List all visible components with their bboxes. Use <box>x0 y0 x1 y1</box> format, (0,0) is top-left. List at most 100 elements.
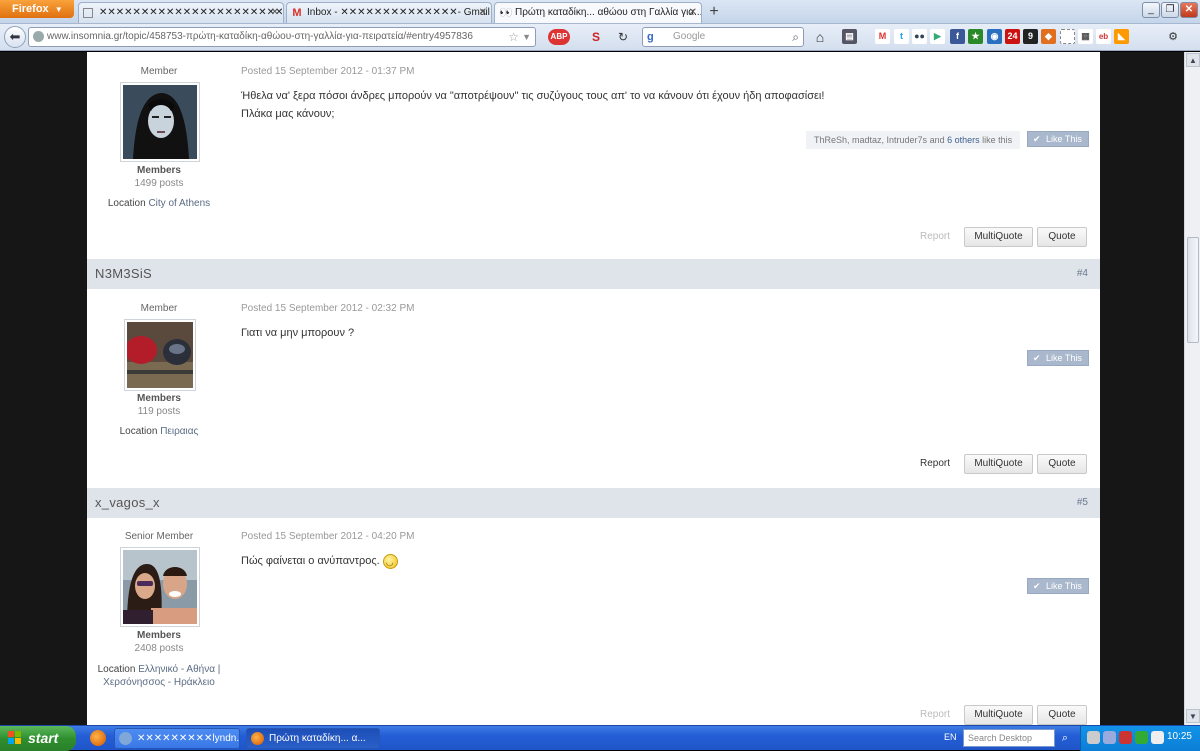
history-dropdown-icon[interactable]: ▼ <box>522 28 531 46</box>
quote-button[interactable]: Quote <box>1037 705 1087 725</box>
language-indicator[interactable]: EN <box>944 732 957 742</box>
tray-security-icon[interactable] <box>1119 731 1132 744</box>
tray-network-icon[interactable] <box>1103 731 1116 744</box>
report-link[interactable]: Report <box>920 231 950 242</box>
channel9-icon[interactable]: 9 <box>1023 29 1038 44</box>
tab-insomnia[interactable]: 👀 Πρώτη καταδίκη... αθώου στη Γαλλία για… <box>494 2 702 23</box>
search-bar[interactable]: g Google ⌕ <box>642 27 804 47</box>
avatar[interactable] <box>124 319 196 391</box>
report-link[interactable]: Report <box>920 458 950 469</box>
close-tab-icon[interactable]: ✕ <box>689 3 697 23</box>
location-value: Πειραιας <box>160 426 199 437</box>
post-author[interactable]: N3M3SiS <box>95 266 152 281</box>
likes-suffix: like this <box>982 135 1013 145</box>
post-number[interactable]: #5 <box>1077 497 1088 508</box>
twitter-icon[interactable]: t <box>894 29 909 44</box>
multiquote-button[interactable]: MultiQuote <box>964 454 1033 474</box>
tab-title: Inbox - ✕✕✕✕✕✕✕✕✕✕✕✕✕✕- Gmail <box>307 7 490 18</box>
tray-update-icon[interactable] <box>1135 731 1148 744</box>
back-arrow-icon[interactable]: ⬅ <box>4 26 26 48</box>
facebook-icon[interactable]: f <box>950 29 965 44</box>
scrollbar-thumb[interactable] <box>1187 237 1199 343</box>
tab-gmail[interactable]: M Inbox - ✕✕✕✕✕✕✕✕✕✕✕✕✕✕- Gmail ✕ <box>286 2 492 23</box>
multiquote-button[interactable]: MultiQuote <box>964 705 1033 725</box>
post-body: Πώς φαίνεται ο ανύπαντρος. <box>241 552 1061 571</box>
firefox-icon <box>251 732 264 745</box>
post-number[interactable]: #4 <box>1077 268 1088 279</box>
bookmarks-menu-icon[interactable]: ▤ <box>842 29 857 44</box>
taskbar-item-blurred[interactable]: ✕✕✕✕✕✕✕✕✕lyndn... <box>114 728 240 749</box>
page-background: Member Members 1499 posts Location City … <box>0 52 1200 725</box>
close-tab-icon[interactable]: ✕ <box>271 3 279 23</box>
taskbar-item-firefox[interactable]: Πρώτη καταδίκη... α... <box>246 728 380 749</box>
quote-button[interactable]: Quote <box>1037 227 1087 247</box>
likes-others-link[interactable]: 6 others <box>947 135 980 145</box>
task-title: ✕✕✕✕✕✕✕✕✕lyndn... <box>137 733 240 744</box>
addons-menu-icon[interactable]: ⚙ <box>1165 29 1181 45</box>
close-tab-icon[interactable]: ✕ <box>479 3 487 23</box>
search-icon[interactable]: ⌕ <box>1057 730 1073 746</box>
tab-blurred[interactable]: ✕✕✕✕✕✕✕✕✕✕✕✕✕✕✕✕✕✕✕✕✕✕✕✕✕✕✕✕... ✕ <box>78 2 284 23</box>
like-this-button[interactable]: ✔ Like This <box>1027 350 1089 366</box>
grid-icon[interactable]: ▦ <box>1078 29 1093 44</box>
search-icon[interactable]: ⌕ <box>792 28 799 46</box>
quote-button[interactable]: Quote <box>1037 454 1087 474</box>
firefox-menu-button[interactable]: Firefox ▼ <box>0 0 74 18</box>
member-location: Location Πειραιας <box>84 425 234 438</box>
likes-summary: ThReSh, madtaz, Intruder7s and 6 others … <box>806 131 1021 149</box>
avatar[interactable] <box>120 82 200 162</box>
home-icon[interactable]: ⌂ <box>812 29 828 45</box>
reload-icon[interactable]: ↻ <box>615 29 631 45</box>
likes-names[interactable]: ThReSh, madtaz, Intruder7s <box>814 135 927 145</box>
avatar[interactable] <box>120 547 200 627</box>
post-author[interactable]: x_vagos_x <box>95 495 160 510</box>
scroll-up-icon[interactable]: ▲ <box>1186 53 1200 67</box>
minimize-icon[interactable]: _ <box>1142 2 1160 18</box>
desktop-search-input[interactable]: Search Desktop <box>963 729 1055 747</box>
firefox-quicklaunch-icon[interactable] <box>90 730 106 746</box>
eyes-icon[interactable]: ●● <box>912 29 927 44</box>
report-link[interactable]: Report <box>920 709 950 720</box>
vertical-scrollbar[interactable]: ▲ ▼ <box>1184 52 1200 725</box>
location-label: Location <box>97 664 136 675</box>
gmail-toolbar-icon[interactable]: M <box>875 29 890 44</box>
url-bar[interactable]: www.insomnia.gr/topic/458753-πρώτη-καταδ… <box>28 27 536 47</box>
like-this-button[interactable]: ✔ Like This <box>1027 131 1089 147</box>
globe-icon[interactable]: ◉ <box>987 29 1002 44</box>
post-count: 2408 posts <box>134 643 184 654</box>
member-rank: Member <box>140 303 178 314</box>
placeholder-icon[interactable] <box>1060 29 1075 44</box>
scroll-down-icon[interactable]: ▼ <box>1186 709 1200 723</box>
location-label: Location <box>107 198 146 209</box>
start-button[interactable]: start <box>0 726 76 751</box>
addon-orange-icon[interactable]: ◆ <box>1041 29 1056 44</box>
likes-and: and <box>929 135 945 145</box>
play-icon[interactable]: ▶ <box>930 29 945 44</box>
tray-volume-icon[interactable] <box>1151 731 1164 744</box>
like-this-button[interactable]: ✔ Like This <box>1027 578 1089 594</box>
restore-icon[interactable]: ❐ <box>1161 2 1179 18</box>
news24-icon[interactable]: 24 <box>1005 29 1020 44</box>
multiquote-button[interactable]: MultiQuote <box>964 227 1033 247</box>
addon-s-icon[interactable]: S <box>588 29 604 45</box>
star-addon-icon[interactable]: ★ <box>968 29 983 44</box>
post-date: Posted 15 September 2012 - 02:32 PM <box>241 303 415 314</box>
page-icon <box>83 8 93 18</box>
new-tab-button[interactable]: + <box>704 3 724 22</box>
location-value: City of Athens <box>148 198 211 209</box>
bookmark-star-icon[interactable]: ☆ <box>508 28 519 46</box>
tab-title: ✕✕✕✕✕✕✕✕✕✕✕✕✕✕✕✕✕✕✕✕✕✕✕✕✕✕✕✕... <box>99 7 284 18</box>
tray-app-icon[interactable] <box>1087 731 1100 744</box>
wink-smiley-icon <box>382 553 398 571</box>
member-location: Location City of Athens <box>84 197 234 210</box>
search-placeholder: Google <box>673 31 706 42</box>
site-identity-icon <box>33 31 44 42</box>
addon-abp-icon[interactable]: ABP <box>548 29 570 45</box>
like-label: Like This <box>1046 134 1082 144</box>
post-text-line: Ήθελα να' ξερα πόσοι άνδρες μπορούν να "… <box>241 90 825 102</box>
ebay-icon[interactable]: eb <box>1096 29 1111 44</box>
close-window-icon[interactable]: ✕ <box>1180 2 1198 18</box>
avatar-image <box>127 322 193 388</box>
clock[interactable]: 10:25 <box>1167 731 1192 742</box>
rss-icon[interactable]: ◣ <box>1114 29 1129 44</box>
